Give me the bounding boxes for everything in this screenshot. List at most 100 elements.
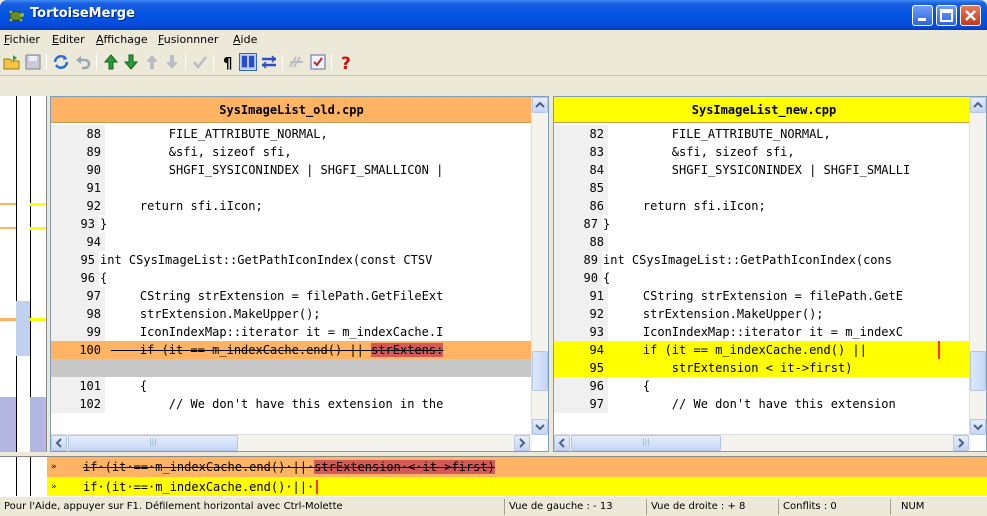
code-line: 98 strExtension.MakeUpper(); [51,305,548,323]
scroll-thumb[interactable] [970,351,986,391]
two-pane-view-icon[interactable] [239,53,257,71]
right-vertical-scrollbar[interactable] [969,97,986,435]
prev-diff-icon[interactable] [102,53,120,71]
right-diff-pane[interactable]: SysImageList_new.cpp 82 FILE_ATTRIBUTE_N… [553,96,987,452]
code-line: 89 int CSysImageList::GetPathIconIndex(co… [554,251,986,269]
menu-bar: Fichier Editer Affichage Fusionnner Aide [0,30,987,49]
left-diff-pane[interactable]: SysImageList_old.cpp 88 FILE_ATTRIBUTE_N… [50,96,549,452]
menu-fusionner[interactable]: Fusionnner [158,33,218,46]
reload-icon[interactable] [52,53,70,71]
tortoisemerge-window: TortoiseMerge Fichier Editer Affichage F… [0,0,987,516]
code-line: 97 // We don't have this extension [554,395,986,413]
menu-fichier[interactable]: Fichier [4,33,40,46]
code-line: 96{ [51,269,548,287]
code-line: 101 { [51,377,548,395]
code-line: 95 int CSysImageList::GetPathIconIndex(co… [51,251,548,269]
one-pane-view-icon[interactable] [260,53,278,71]
scroll-thumb[interactable] [532,351,548,391]
arrow-right-icon [519,438,526,448]
right-pane-filename: SysImageList_new.cpp [554,97,974,123]
code-line: 91 CString strExtension = filePath.GetE [554,287,986,305]
code-line: 84 SHGFI_SYSICONINDEX | SHGFI_SMALLI [554,161,986,179]
use-block-icon[interactable] [191,53,209,71]
scroll-thumb[interactable]: ||| [68,435,238,451]
undo-icon[interactable] [74,53,92,71]
scroll-left-button[interactable] [51,435,67,451]
code-line: 93} [51,215,548,233]
minimize-icon [918,18,926,21]
menu-aide[interactable]: Aide [233,33,257,46]
code-line: 94 [51,233,548,251]
close-icon [965,10,976,21]
right-code-area[interactable]: 82 FILE_ATTRIBUTE_NORMAL, 83 &sfi, sizeo… [554,125,986,413]
line-diff-bar: » if·(it·==·m_indexCache.end()·||·strExt… [0,456,987,497]
arrow-right-icon [958,438,965,448]
added-code-line: 94 if (it == m_indexCache.end() || [554,341,986,359]
line-diff-new: » if·(it·==·m_indexCache.end()·||· [47,477,987,497]
maximize-button[interactable] [936,5,957,26]
help-icon[interactable]: ? [337,53,355,71]
left-horizontal-scrollbar[interactable]: ||| [51,434,532,451]
empty-code-line [51,359,548,377]
status-help-text: Pour l'Aide, appuyer sur F1. Défilement … [4,501,343,512]
menu-editer[interactable]: Editer [52,33,85,46]
patch-icon[interactable] [288,53,306,71]
code-line: 91 [51,179,548,197]
open-icon[interactable] [3,53,21,71]
code-line: 96 { [554,377,986,395]
code-line: 85 [554,179,986,197]
svg-text:?: ? [341,54,351,71]
code-line: 102 // We don't have this extension in t… [51,395,548,413]
status-right-view: Vue de droite : + 8 [646,499,776,515]
save-icon[interactable] [24,53,42,71]
arrow-up-icon [973,101,983,108]
window-title: TortoiseMerge [30,6,135,21]
code-line: 90 SHGFI_SYSICONINDEX | SHGFI_SMALLICON … [51,161,548,179]
status-conflicts: Conflits : 0 [778,499,888,515]
code-line: 93 IconIndexMap::iterator it = m_indexC [554,323,986,341]
mark-resolved-icon[interactable] [309,53,327,71]
arrow-left-icon [558,438,565,448]
scroll-down-button[interactable] [532,419,548,435]
status-left-view: Vue de gauche : - 13 [504,499,644,515]
code-line: 87} [554,215,986,233]
status-num: NUM [890,499,985,515]
code-line: 99 IconIndexMap::iterator it = m_indexCa… [51,323,548,341]
left-vertical-scrollbar[interactable] [531,97,548,435]
maximize-icon [940,9,953,22]
arrow-down-icon [973,424,983,431]
code-line: 90{ [554,269,986,287]
left-code-area[interactable]: 88 FILE_ATTRIBUTE_NORMAL, 89 &sfi, sizeo… [51,125,548,413]
next-conflict-icon[interactable] [163,53,181,71]
whitespace-icon[interactable]: ¶ [219,53,237,71]
code-line: 89 &sfi, sizeof sfi, [51,143,548,161]
locator-bar[interactable] [0,96,47,452]
prev-conflict-icon[interactable] [143,53,161,71]
scroll-down-button[interactable] [970,419,986,435]
next-diff-icon[interactable] [122,53,140,71]
scroll-right-button[interactable] [514,435,530,451]
line-diff-old: » if·(it·==·m_indexCache.end()·||·strExt… [47,457,987,477]
svg-text:¶: ¶ [223,54,233,71]
added-code-line: 95 strExtension < it->first) [554,359,986,377]
menu-affichage[interactable]: Affichage [96,33,148,46]
code-line: 88 [554,233,986,251]
left-pane-filename: SysImageList_old.cpp [51,97,532,123]
close-button[interactable] [960,5,981,26]
right-horizontal-scrollbar[interactable]: ||| [554,434,971,451]
scroll-left-button[interactable] [554,435,570,451]
arrow-left-icon [55,438,62,448]
code-line: 97 CString strExtension = filePath.GetFi… [51,287,548,305]
scroll-thumb[interactable]: ||| [571,435,721,451]
code-line: 86 return sfi.iIcon; [554,197,986,215]
code-line: 82 FILE_ATTRIBUTE_NORMAL, [554,125,986,143]
code-line: 83 &sfi, sizeof sfi, [554,143,986,161]
arrow-down-icon [535,424,545,431]
scroll-up-button[interactable] [970,97,986,113]
title-bar[interactable]: TortoiseMerge [0,0,987,30]
tortoise-app-icon [9,10,24,22]
scroll-up-button[interactable] [532,97,548,113]
minimize-button[interactable] [912,5,933,26]
scroll-right-button[interactable] [953,435,969,451]
changed-code-line: 100 if (it == m_indexCache.end() || strE… [51,341,548,359]
